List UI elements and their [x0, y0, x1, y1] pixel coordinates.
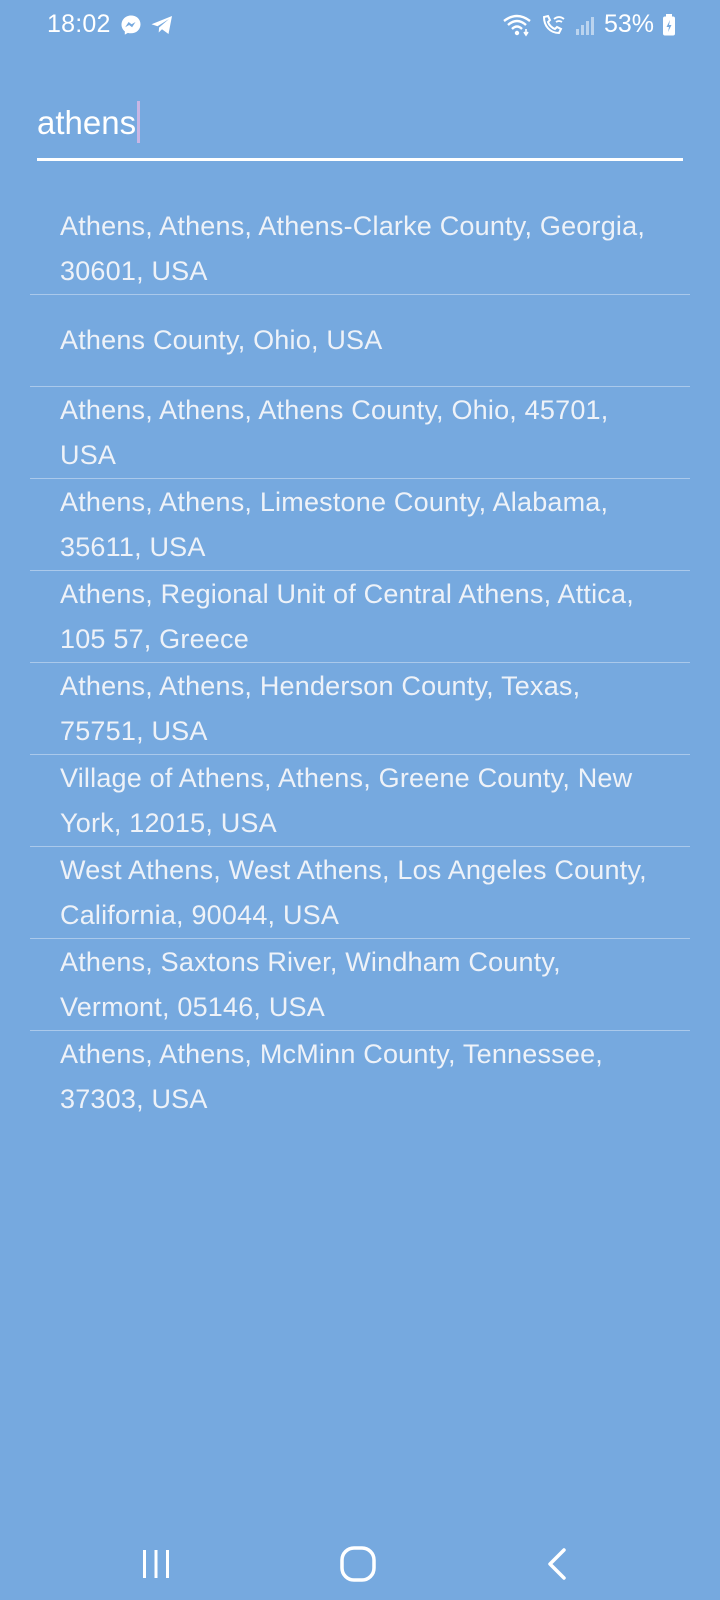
back-icon	[540, 1546, 576, 1582]
result-label: Athens, Athens, Limestone County, Alabam…	[60, 486, 609, 562]
result-label: Athens, Saxtons River, Windham County, V…	[60, 946, 561, 1022]
search-results-list: Athens, Athens, Athens-Clarke County, Ge…	[30, 203, 690, 1123]
search-input[interactable]: athens	[37, 101, 141, 144]
result-item[interactable]: West Athens, West Athens, Los Angeles Co…	[30, 847, 690, 939]
search-input-value: athens	[37, 104, 137, 141]
signal-icon	[574, 14, 596, 36]
result-item[interactable]: Athens, Regional Unit of Central Athens,…	[30, 571, 690, 663]
wifi-calling-icon	[540, 13, 566, 37]
result-label: Athens, Athens, McMinn County, Tennessee…	[60, 1039, 604, 1114]
battery-icon	[662, 13, 676, 37]
result-item[interactable]: Athens, Athens, Limestone County, Alabam…	[30, 479, 690, 571]
navigation-bar	[0, 1510, 720, 1600]
text-cursor	[137, 101, 141, 144]
telegram-icon	[150, 14, 174, 36]
result-item[interactable]: Athens, Athens, Athens County, Ohio, 457…	[30, 387, 690, 479]
status-bar: 18:02 53%	[0, 0, 720, 52]
result-label: Athens, Athens, Henderson County, Texas,…	[60, 670, 581, 746]
notification-icons	[120, 14, 174, 36]
result-item[interactable]: Athens County, Ohio, USA	[30, 295, 690, 387]
messenger-icon	[120, 14, 142, 36]
result-item[interactable]: Athens, Athens, Henderson County, Texas,…	[30, 663, 690, 755]
home-button[interactable]	[328, 1534, 388, 1594]
result-label: Athens, Athens, Athens-Clarke County, Ge…	[60, 210, 646, 286]
back-button[interactable]	[528, 1534, 588, 1594]
result-item[interactable]: Village of Athens, Athens, Greene County…	[30, 755, 690, 847]
recents-icon	[138, 1546, 174, 1582]
result-label: Athens County, Ohio, USA	[60, 325, 383, 355]
recents-button[interactable]	[126, 1534, 186, 1594]
result-label: West Athens, West Athens, Los Angeles Co…	[60, 854, 647, 930]
result-label: Athens, Regional Unit of Central Athens,…	[60, 578, 634, 654]
search-field[interactable]: athens	[37, 96, 683, 161]
wifi-icon	[502, 13, 532, 37]
system-icons: 53%	[502, 10, 676, 39]
battery-percent: 53%	[603, 10, 654, 38]
result-item[interactable]: Athens, Saxtons River, Windham County, V…	[30, 939, 690, 1031]
result-label: Village of Athens, Athens, Greene County…	[60, 762, 633, 838]
home-icon	[338, 1544, 378, 1584]
status-time: 18:02	[47, 10, 111, 38]
result-item[interactable]: Athens, Athens, Athens-Clarke County, Ge…	[30, 203, 690, 295]
result-label: Athens, Athens, Athens County, Ohio, 457…	[60, 394, 609, 470]
result-item[interactable]: Athens, Athens, McMinn County, Tennessee…	[30, 1031, 690, 1123]
